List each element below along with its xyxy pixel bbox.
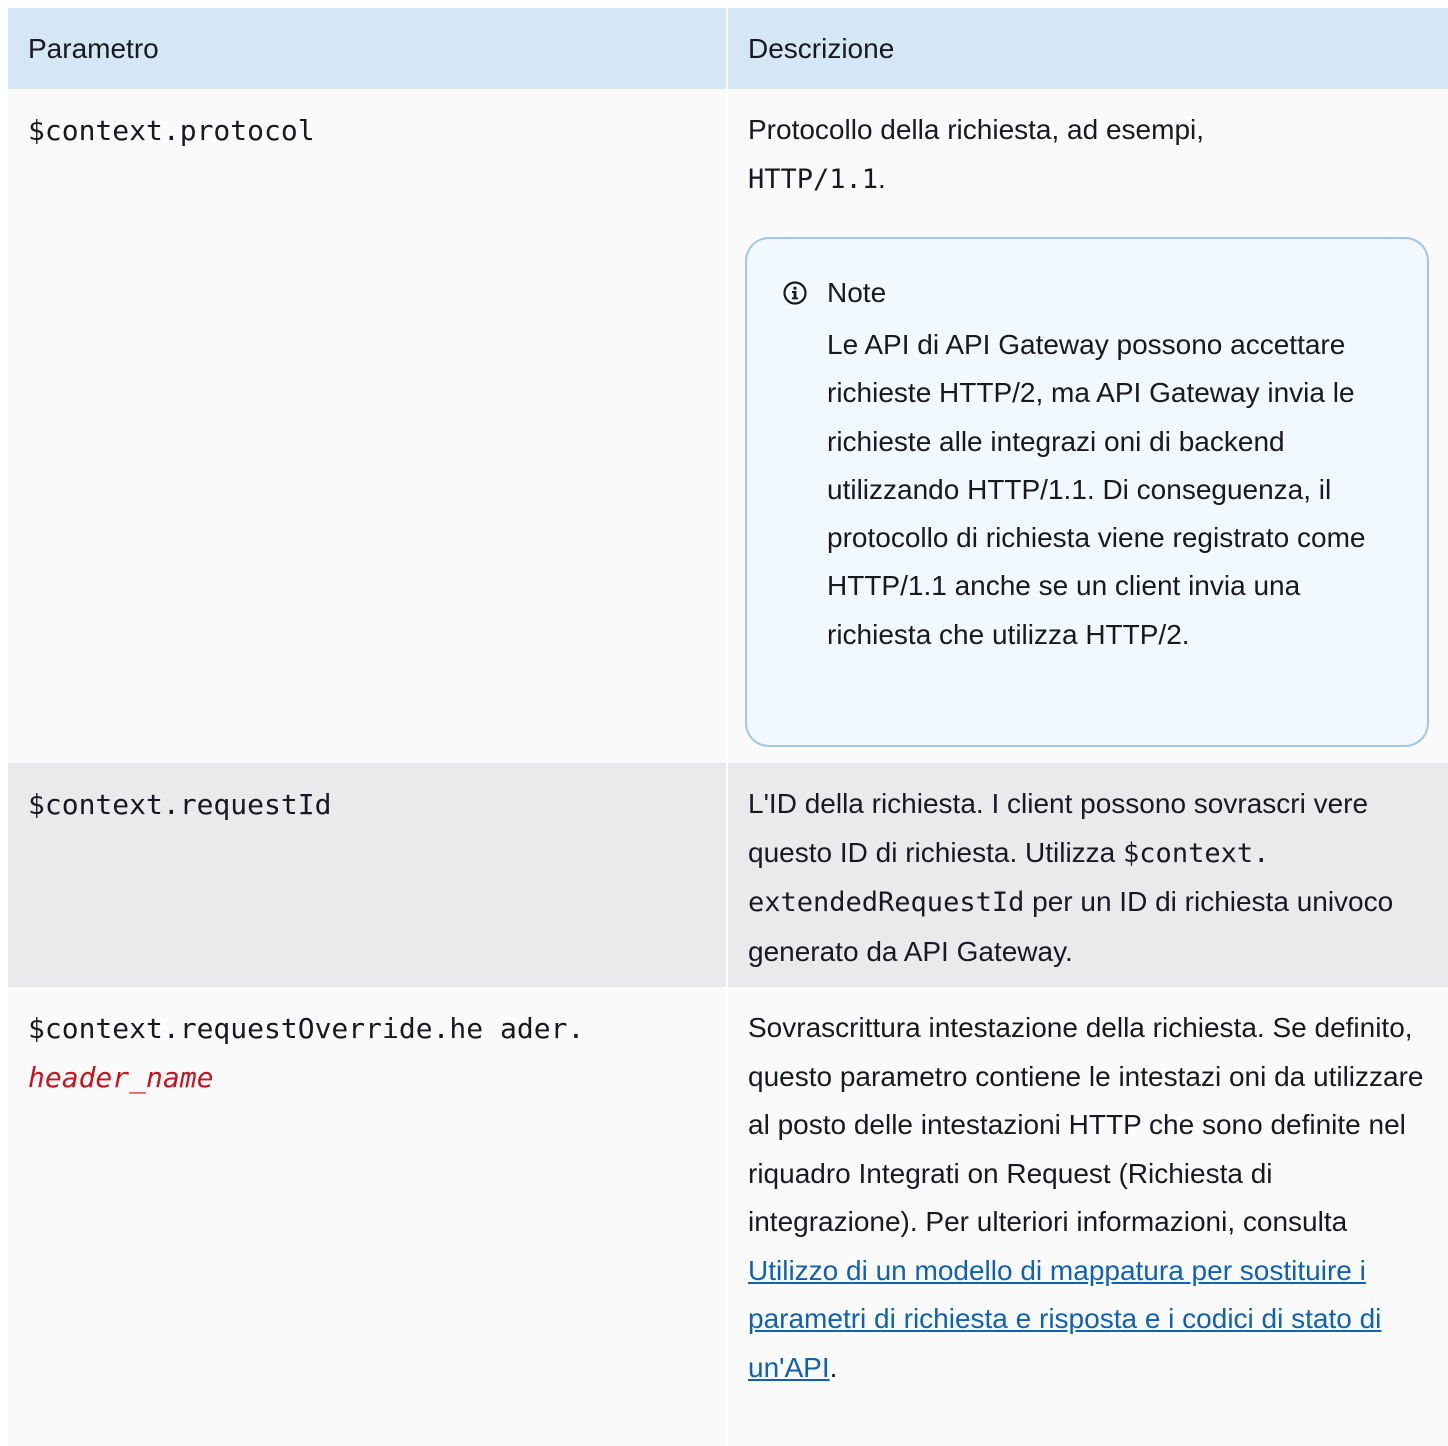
param-description: Sovrascrittura intestazione della richie… — [728, 987, 1448, 1392]
table-header: Parametro Descrizione — [8, 8, 1448, 89]
table-row: $context.requestOverride.he ader. header… — [8, 987, 1448, 1446]
description-text: Sovrascrittura intestazione della richie… — [748, 1012, 1424, 1237]
param-name: $context.protocol — [28, 114, 315, 147]
header-descrizione: Descrizione — [728, 8, 1448, 89]
note-title: Note — [827, 277, 887, 308]
parameters-table: Parametro Descrizione $context.protocol … — [8, 8, 1448, 1446]
param-description: Protocollo della richiesta, ad esempi, HT… — [728, 89, 1448, 747]
param-prefix: $context.requestOverride.he ader. — [28, 1012, 585, 1045]
header-parametro: Parametro — [8, 8, 728, 89]
description-text: L'ID della richiesta. I client possono s… — [748, 788, 1369, 868]
param-description: L'ID della richiesta. I client possono s… — [728, 763, 1448, 976]
description-text-end: . — [878, 162, 886, 194]
code-inline: HTTP/1.1 — [748, 163, 879, 195]
table-row: $context.protocol Protocollo della richi… — [8, 89, 1448, 763]
description-text: Protocollo della richiesta, ad esempi, — [748, 114, 1205, 145]
param-name: $context.requestId — [28, 788, 332, 821]
info-icon — [783, 281, 807, 305]
description-text-end: . — [829, 1351, 838, 1383]
note-box: Note Le API di API Gateway possono accet… — [745, 237, 1429, 747]
table-row: $context.requestId L'ID della richiesta.… — [8, 763, 1448, 987]
note-text: Le API di API Gateway possono accettare … — [827, 329, 1366, 650]
doc-link[interactable]: Utilizzo di un modello di mappatura per … — [748, 1255, 1381, 1383]
note-header: Note — [783, 275, 1397, 311]
param-name: $context.requestOverride.he ader. header… — [8, 987, 608, 1102]
param-placeholder: header_name — [28, 1061, 214, 1094]
